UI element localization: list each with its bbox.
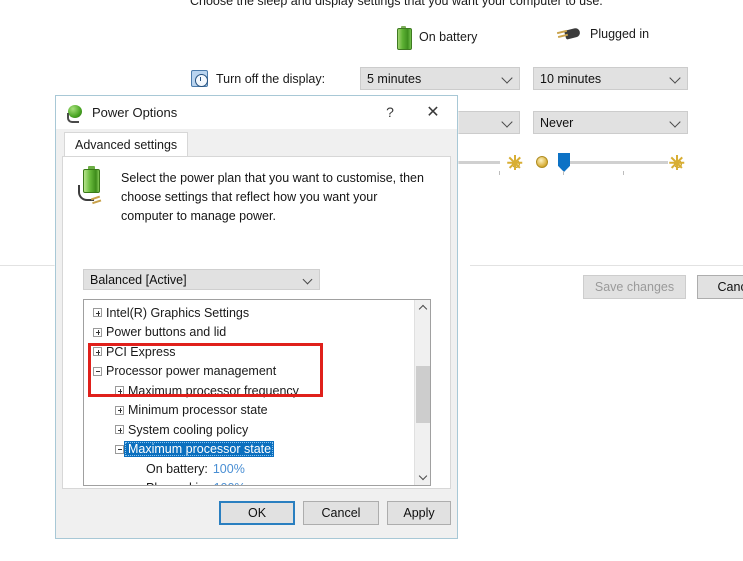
tree-value-label: On battery: xyxy=(146,461,208,476)
row-label-turn-off-display: Turn off the display: xyxy=(191,70,325,87)
column-header-plugged-in: Plugged in xyxy=(557,26,649,42)
brightness-slider-row[interactable] xyxy=(452,150,700,175)
tree-item-label: PCI Express xyxy=(106,344,176,359)
brightness-low-icon xyxy=(507,155,523,170)
collapse-minus-icon[interactable] xyxy=(115,444,124,454)
expand-plus-icon[interactable] xyxy=(115,386,124,396)
brightness-slider-thumb[interactable] xyxy=(558,153,570,172)
tree-item-processor-power-management[interactable]: Processor power management xyxy=(84,362,414,382)
clock-icon xyxy=(191,70,208,87)
chevron-down-icon xyxy=(669,71,681,84)
tree-value-plugged-in[interactable]: Plugged in: 100% xyxy=(84,479,414,485)
tree-item-label: Processor power management xyxy=(106,364,277,379)
dialog-blurb-text: Select the power plan that you want to c… xyxy=(121,171,424,223)
tree-value-label: Plugged in: xyxy=(146,481,209,485)
brightness-track-right xyxy=(558,161,668,164)
battery-icon xyxy=(397,26,412,50)
scroll-down-arrow-icon[interactable] xyxy=(415,469,430,485)
advanced-settings-tree[interactable]: Intel(R) Graphics Settings Power buttons… xyxy=(83,299,431,486)
tree-item-label: System cooling policy xyxy=(128,422,249,437)
screen: Choose the sleep and display settings th… xyxy=(0,0,743,561)
display-timeout-plugged-value: 10 minutes xyxy=(540,71,602,86)
power-options-icon xyxy=(66,104,84,123)
column-header-on-battery-label: On battery xyxy=(419,30,478,44)
tree-item-maximum-processor-state[interactable]: Maximum processor state xyxy=(84,440,414,460)
expand-plus-icon[interactable] xyxy=(93,347,102,357)
chevron-down-icon xyxy=(669,115,681,128)
tab-advanced-settings[interactable]: Advanced settings xyxy=(64,132,189,156)
ok-button[interactable]: OK xyxy=(219,501,295,525)
expand-plus-icon[interactable] xyxy=(93,327,102,337)
sleep-timeout-plugged-value: Never xyxy=(540,115,574,130)
close-icon[interactable]: ✕ xyxy=(413,96,453,128)
battery-plug-icon xyxy=(75,166,107,209)
column-header-plugged-in-label: Plugged in xyxy=(590,27,650,41)
scroll-up-arrow-icon[interactable] xyxy=(415,300,430,316)
brightness-high-icon xyxy=(669,155,685,170)
tree-item-pci-express[interactable]: PCI Express xyxy=(84,342,414,362)
slider-tick xyxy=(499,171,500,175)
tree-item-label: Minimum processor state xyxy=(128,403,268,418)
display-timeout-battery-value: 5 minutes xyxy=(367,71,422,86)
background-intro-text: Choose the sleep and display settings th… xyxy=(190,0,603,8)
apply-button[interactable]: Apply xyxy=(387,501,451,525)
dialog-footer: OK Cancel Apply xyxy=(56,489,457,538)
expand-plus-icon[interactable] xyxy=(115,405,124,415)
chevron-down-icon xyxy=(302,274,313,285)
tree-item-minimum-processor-state[interactable]: Minimum processor state xyxy=(84,401,414,421)
tree-value-on-battery-value[interactable]: 100% xyxy=(213,462,245,476)
collapse-minus-icon[interactable] xyxy=(93,366,102,376)
row-label-turn-off-display-text: Turn off the display: xyxy=(216,71,326,86)
tree-item-power-buttons-and-lid[interactable]: Power buttons and lid xyxy=(84,323,414,343)
tree-value-plugged-in-value[interactable]: 100% xyxy=(214,481,246,485)
tree-items-container: Intel(R) Graphics Settings Power buttons… xyxy=(84,303,414,485)
tree-item-system-cooling-policy[interactable]: System cooling policy xyxy=(84,420,414,440)
tree-value-on-battery[interactable]: On battery: 100% xyxy=(84,459,414,479)
chevron-down-icon xyxy=(501,115,513,128)
slider-tick xyxy=(623,171,624,175)
tree-item-intel-graphics[interactable]: Intel(R) Graphics Settings xyxy=(84,303,414,323)
cancel-button[interactable]: Cancel xyxy=(303,501,379,525)
help-icon[interactable]: ? xyxy=(370,96,410,128)
scrollbar-thumb[interactable] xyxy=(416,366,430,423)
expand-plus-icon[interactable] xyxy=(115,425,124,435)
power-plug-icon xyxy=(557,26,581,42)
background-divider-right xyxy=(470,265,743,266)
column-header-on-battery: On battery xyxy=(397,26,478,50)
tree-item-label: Intel(R) Graphics Settings xyxy=(106,305,250,320)
tree-vertical-scrollbar[interactable] xyxy=(414,300,430,485)
power-plan-selected-value: Balanced [Active] xyxy=(90,272,187,287)
save-changes-button[interactable]: Save changes xyxy=(583,275,686,299)
brightness-knob-icon xyxy=(536,156,548,168)
advanced-settings-panel: Select the power plan that you want to c… xyxy=(62,156,451,516)
dialog-blurb: Select the power plan that you want to c… xyxy=(75,166,426,226)
sleep-timeout-plugged-dropdown[interactable]: Never xyxy=(533,111,688,134)
display-timeout-battery-dropdown[interactable]: 5 minutes xyxy=(360,67,520,90)
expand-plus-icon[interactable] xyxy=(93,308,102,318)
power-options-dialog: Power Options ? ✕ Advanced settings Sele… xyxy=(55,95,458,539)
brightness-track-left xyxy=(452,161,500,164)
display-timeout-plugged-dropdown[interactable]: 10 minutes xyxy=(533,67,688,90)
slider-tick xyxy=(563,171,564,175)
tree-item-label: Power buttons and lid xyxy=(106,325,227,340)
background-cancel-button[interactable]: Cancel xyxy=(697,275,743,299)
tree-item-maximum-processor-frequency[interactable]: Maximum processor frequency xyxy=(84,381,414,401)
chevron-down-icon xyxy=(501,71,513,84)
dialog-tabstrip: Advanced settings xyxy=(56,129,457,156)
tree-item-label: Maximum processor frequency xyxy=(128,383,299,398)
power-plan-dropdown[interactable]: Balanced [Active] xyxy=(83,269,320,290)
tree-item-label: Maximum processor state xyxy=(124,441,275,458)
dialog-title: Power Options xyxy=(92,105,178,120)
dialog-titlebar: Power Options ? ✕ xyxy=(56,96,457,129)
